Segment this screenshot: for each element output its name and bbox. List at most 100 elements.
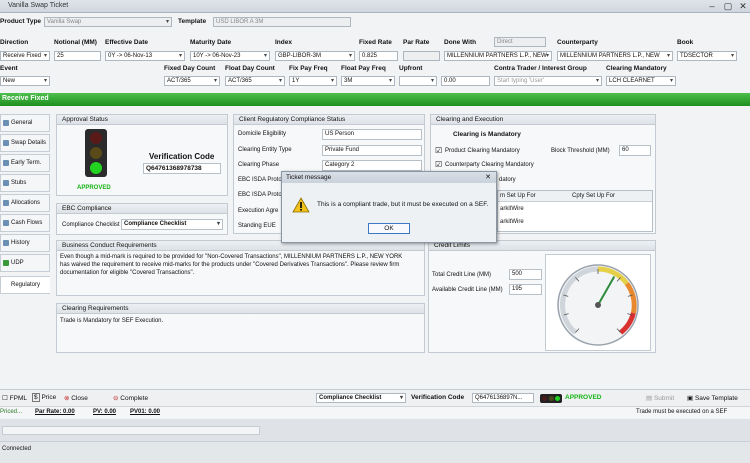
ok-button[interactable]: OK (368, 223, 410, 234)
reg-row-label: Clearing Phase (238, 162, 280, 168)
maximize-icon[interactable]: ▢ (722, 1, 734, 12)
traffic-light-icon (85, 129, 107, 177)
fixed-rate-input[interactable]: 0.825 (359, 51, 398, 61)
compliance-checklist-label: Compliance Checklist (62, 222, 120, 228)
general-icon (3, 120, 9, 126)
done-with-mode-field[interactable]: Direct (494, 37, 546, 47)
float-day-count-select[interactable]: ACT/365 (225, 76, 285, 86)
priced-status: Priced... (0, 409, 23, 415)
sidebar-item-general[interactable]: General (0, 114, 50, 132)
close-label: Close (71, 395, 88, 402)
event-select[interactable]: New (0, 76, 50, 86)
par-rate-status[interactable]: Par Rate: 0.00 (35, 409, 75, 415)
total-credit-value: 500 (509, 269, 542, 280)
template-label: Template (178, 18, 207, 25)
upfront-type-select[interactable] (399, 76, 437, 86)
effective-date-select[interactable]: 0Y -> 06-Nov-13 (105, 51, 185, 61)
sidebar-item-allocations[interactable]: Allocations (0, 194, 50, 212)
sidebar-item-label: Stubs (11, 180, 27, 186)
block-threshold-value: 60 (619, 145, 651, 156)
price-button[interactable]: $ Price (32, 393, 57, 402)
minimize-icon[interactable]: – (706, 1, 718, 12)
dialog-message: This is a compliant trade, but it must b… (317, 201, 489, 208)
fpml-button[interactable]: ☐ FPML (2, 394, 27, 402)
business-conduct-text: Even though a mid-mark is required to be… (60, 254, 403, 276)
notional-label: Notional (MM) (54, 39, 97, 46)
dollar-icon: $ (32, 393, 40, 402)
reg-row-label: Standing EUE (238, 223, 276, 229)
stubs-icon (3, 180, 9, 186)
book-select[interactable]: TDSECTOR (677, 51, 737, 61)
early-term-icon (3, 160, 9, 166)
save-icon: ▣ (687, 395, 694, 402)
book-label: Book (677, 39, 694, 46)
pv01-status[interactable]: PV01: 0.00 (130, 409, 160, 415)
pv-status[interactable]: PV: 0.00 (93, 409, 116, 415)
complete-button[interactable]: ⊖ Complete (113, 394, 148, 402)
float-day-count-label: Float Day Count (225, 65, 275, 72)
done-with-select[interactable]: MILLENNIUM PARTNERS L.P., NEW (444, 51, 552, 61)
fixed-day-count-label: Fixed Day Count (164, 65, 216, 72)
index-select[interactable]: GBP-LIBOR-3M (275, 51, 355, 61)
sidebar-item-cash-flows[interactable]: Cash Flows (0, 214, 50, 232)
sidebar-item-history[interactable]: History (0, 234, 50, 252)
sidebar-item-label: Allocations (11, 200, 41, 206)
table-row[interactable]: arkitWire (500, 219, 524, 225)
clearing-mandatory-select[interactable]: LCH CLEARNET (606, 76, 676, 86)
horizontal-scrollbar[interactable] (2, 426, 260, 435)
counterparty-select[interactable]: MILLENNIUM PARTNERS L.P., NEW (557, 51, 673, 61)
product-clearing-label: Product Clearing Mandatory (445, 148, 520, 154)
sidebar-item-udp[interactable]: UDP (0, 254, 50, 272)
dialog-close-icon[interactable]: ✕ (485, 173, 491, 181)
fix-pay-freq-select[interactable]: 1Y (289, 76, 337, 86)
reg-row-label: Execution Agre (238, 208, 279, 214)
panel-title: EBC Compliance (57, 204, 227, 214)
effective-date-label: Effective Date (105, 39, 148, 46)
swap-details-icon (3, 140, 9, 146)
price-label: Price (41, 394, 57, 401)
sidebar-item-label: Swap Details (11, 140, 47, 146)
submit-button[interactable]: ▤ Submit (646, 394, 674, 402)
footer-bar: Connected (0, 441, 750, 463)
sidebar-item-regulatory[interactable]: Regulatory (0, 276, 50, 294)
sidebar-item-label: History (11, 240, 30, 246)
fpml-label: FPML (9, 395, 27, 402)
product-type-label: Product Type (0, 18, 42, 25)
table-row[interactable]: arkitWire (500, 206, 524, 212)
product-type-select[interactable]: Vanilla Swap (44, 17, 172, 27)
compliance-checklist-select[interactable]: Compliance Checklist (121, 219, 223, 230)
float-pay-freq-label: Float Pay Freq (341, 65, 386, 72)
section-title: Receive Fixed (2, 95, 49, 102)
fpml-checkbox-icon: ☐ (2, 395, 10, 402)
title-bar: Vanilla Swap Ticket – ▢ ✕ (0, 0, 750, 13)
float-pay-freq-select[interactable]: 3M (341, 76, 395, 86)
bottom-toolbar: ☐ FPML $ Price ⊗ Close ⊖ Complete Compli… (0, 389, 750, 406)
contra-trader-input[interactable]: Start typing 'User' (494, 76, 602, 86)
par-rate-field[interactable] (403, 51, 440, 61)
upfront-input[interactable]: 0.00 (441, 76, 490, 86)
counterparty-clearing-checkbox[interactable]: ☑ (435, 160, 442, 169)
setup-table: m Set Up For Cpty Set Up For arkitWire a… (497, 190, 653, 232)
product-clearing-checkbox[interactable]: ☑ (435, 146, 442, 155)
compliance-checklist-dropdown[interactable]: Compliance Checklist (316, 393, 406, 403)
template-field[interactable]: USD LIBOR A 3M (213, 17, 351, 27)
close-button[interactable]: ⊗ Close (64, 394, 88, 402)
sidebar-item-swap-details[interactable]: Swap Details (0, 134, 50, 152)
notional-input[interactable]: 25 (54, 51, 101, 61)
panel-title: Client Regulatory Compliance Status (234, 115, 424, 125)
direction-select[interactable]: Receive Fixed (0, 51, 50, 61)
fixed-day-count-select[interactable]: ACT/365 (164, 76, 220, 86)
maturity-date-select[interactable]: 10Y -> 06-Nov-23 (190, 51, 270, 61)
sidebar-item-stubs[interactable]: Stubs (0, 174, 50, 192)
close-icon[interactable]: ✕ (737, 1, 749, 12)
done-with-label: Done With (444, 39, 477, 46)
complete-label: Complete (120, 395, 149, 402)
save-template-button[interactable]: ▣ Save Template (687, 394, 738, 402)
ticket-window: Vanilla Swap Ticket – ▢ ✕ Product Type V… (0, 0, 750, 463)
par-rate-label: Par Rate (403, 39, 430, 46)
reg-row-value: US Person (322, 129, 422, 140)
available-credit-value: 195 (509, 284, 542, 295)
approved-status-text: APPROVED (77, 185, 111, 191)
sidebar-item-early-term[interactable]: Early Term. (0, 154, 50, 172)
close-circle-icon: ⊗ (64, 395, 70, 402)
